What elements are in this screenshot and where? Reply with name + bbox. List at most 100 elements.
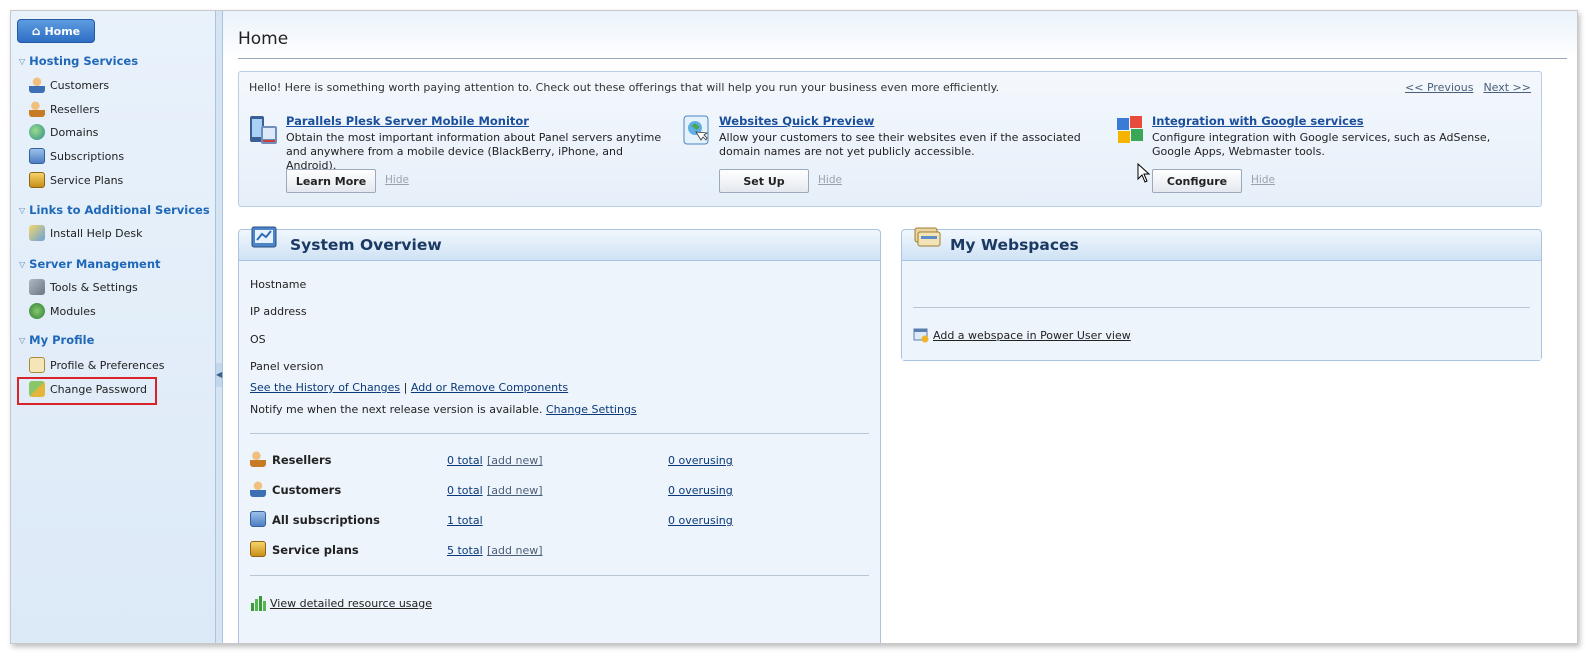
customers-overusing-link[interactable]: 0 overusing xyxy=(668,484,733,497)
service-plan-icon xyxy=(29,172,45,188)
add-remove-components-link[interactable]: Add or Remove Components xyxy=(411,381,568,394)
sidebar-item-label: Install Help Desk xyxy=(50,226,143,240)
previous-link[interactable]: << Previous xyxy=(1405,81,1473,94)
sidebar-item-tools-settings[interactable]: Tools & Settings xyxy=(29,279,138,295)
view-resource-usage-link[interactable]: View detailed resource usage xyxy=(270,597,432,610)
resource-row-resellers: Resellers 0 total [add new] 0 overusing xyxy=(250,451,870,471)
hide-link[interactable]: Hide xyxy=(385,174,409,186)
configure-button[interactable]: Configure xyxy=(1152,169,1242,193)
help-desk-icon xyxy=(29,225,45,241)
resource-row-subscriptions: All subscriptions 1 total 0 overusing xyxy=(250,511,870,531)
mouse-cursor-icon xyxy=(1137,163,1151,183)
hide-link[interactable]: Hide xyxy=(818,174,842,186)
section-my-profile[interactable]: ▽ My Profile xyxy=(19,333,94,347)
section-server-management[interactable]: ▽ Server Management xyxy=(19,257,161,271)
profile-icon xyxy=(29,357,45,373)
modules-icon xyxy=(29,303,45,319)
separator: | xyxy=(403,381,408,394)
section-additional-services[interactable]: ▽ Links to Additional Services xyxy=(19,203,210,217)
subscription-icon xyxy=(29,148,45,164)
history-links: See the History of Changes | Add or Remo… xyxy=(250,381,568,394)
bar-chart-icon xyxy=(251,596,266,611)
reseller-icon xyxy=(250,451,266,467)
sidebar-item-label: Modules xyxy=(50,304,96,318)
panel-header: System Overview xyxy=(239,226,880,261)
home-button[interactable]: ⌂ Home xyxy=(17,19,95,43)
home-icon: ⌂ xyxy=(31,24,41,38)
notify-line: Notify me when the next release version … xyxy=(250,403,637,416)
sidebar-item-install-help-desk[interactable]: Install Help Desk xyxy=(29,225,143,241)
service-plans-total-link[interactable]: 5 total xyxy=(447,544,483,557)
sidebar-item-service-plans[interactable]: Service Plans xyxy=(29,172,123,188)
offer-description: Allow your customers to see their websit… xyxy=(719,131,1081,158)
tools-icon xyxy=(29,279,45,295)
promo-nav: << Previous Next >> xyxy=(1405,81,1531,94)
sidebar-item-label: Tools & Settings xyxy=(50,280,138,294)
page-title: Home xyxy=(238,29,289,49)
usage-line: View detailed resource usage xyxy=(250,595,432,611)
sidebar-item-modules[interactable]: Modules xyxy=(29,303,96,319)
offer-title[interactable]: Parallels Plesk Server Mobile Monitor xyxy=(286,114,529,128)
resource-row-customers: Customers 0 total [add new] 0 overusing xyxy=(250,481,870,501)
sidebar-item-label: Profile & Preferences xyxy=(50,358,165,372)
sidebar-splitter[interactable]: ◀ xyxy=(216,11,223,643)
system-overview-panel: System Overview Hostname IP address OS P… xyxy=(238,226,881,643)
hostname-label: Hostname xyxy=(250,278,307,291)
collapse-icon: ▽ xyxy=(19,259,26,269)
resource-name: Service plans xyxy=(272,543,359,557)
customer-icon xyxy=(250,481,266,497)
sidebar-item-subscriptions[interactable]: Subscriptions xyxy=(29,148,124,164)
sidebar-item-profile-preferences[interactable]: Profile & Preferences xyxy=(29,357,164,373)
resellers-total-link[interactable]: 0 total xyxy=(447,454,483,467)
os-label: OS xyxy=(250,333,266,346)
add-service-plan-link[interactable]: [add new] xyxy=(487,544,543,557)
set-up-button[interactable]: Set Up xyxy=(719,169,809,193)
divider xyxy=(250,575,869,576)
divider xyxy=(913,307,1530,308)
add-webspace-line: Add a webspace in Power User view xyxy=(913,327,1131,343)
main-content: Home Hello! Here is something worth payi… xyxy=(223,11,1577,643)
sidebar-item-label: Service Plans xyxy=(50,173,124,187)
change-settings-link[interactable]: Change Settings xyxy=(546,403,637,416)
collapse-icon: ▽ xyxy=(19,205,26,215)
resource-name: Resellers xyxy=(272,453,332,467)
resellers-overusing-link[interactable]: 0 overusing xyxy=(668,454,733,467)
plesk-window: ⌂ Home ▽ Hosting Services Customers Rese… xyxy=(10,10,1578,644)
sidebar-item-customers[interactable]: Customers xyxy=(29,77,109,93)
section-hosting-services[interactable]: ▽ Hosting Services xyxy=(19,54,138,68)
subscriptions-total-link[interactable]: 1 total xyxy=(447,514,483,527)
section-title: My Profile xyxy=(29,333,95,347)
offer-description: Configure integration with Google servic… xyxy=(1152,131,1491,158)
next-link[interactable]: Next >> xyxy=(1483,81,1531,94)
promo-message: Hello! Here is something worth paying at… xyxy=(249,81,1000,94)
reseller-icon xyxy=(29,101,45,117)
resource-row-service-plans: Service plans 5 total [add new] xyxy=(250,541,870,561)
add-webspace-icon xyxy=(913,328,929,343)
system-overview-icon xyxy=(251,226,277,248)
history-of-changes-link[interactable]: See the History of Changes xyxy=(250,381,400,394)
offer-title[interactable]: Websites Quick Preview xyxy=(719,114,874,128)
customers-total-link[interactable]: 0 total xyxy=(447,484,483,497)
service-plan-icon xyxy=(250,541,266,557)
offer-description: Obtain the most important information ab… xyxy=(286,131,662,172)
divider xyxy=(250,433,869,434)
webspaces-icon xyxy=(914,227,941,247)
divider xyxy=(238,58,1567,59)
sidebar-item-resellers[interactable]: Resellers xyxy=(29,101,100,117)
add-reseller-link[interactable]: [add new] xyxy=(487,454,543,467)
add-webspace-link[interactable]: Add a webspace in Power User view xyxy=(933,329,1131,342)
section-title: Links to Additional Services xyxy=(29,203,210,217)
google-icon xyxy=(1117,116,1143,143)
learn-more-button[interactable]: Learn More xyxy=(286,169,376,193)
highlight-box xyxy=(17,377,157,405)
home-label: Home xyxy=(44,24,81,38)
add-customer-link[interactable]: [add new] xyxy=(487,484,543,497)
subscriptions-overusing-link[interactable]: 0 overusing xyxy=(668,514,733,527)
panel-title: System Overview xyxy=(290,236,442,254)
offer-title[interactable]: Integration with Google services xyxy=(1152,114,1364,128)
hide-link[interactable]: Hide xyxy=(1251,174,1275,186)
collapse-sidebar-icon[interactable]: ◀ xyxy=(216,363,222,387)
collapse-icon: ▽ xyxy=(19,335,26,345)
panel-title: My Webspaces xyxy=(950,236,1079,254)
sidebar-item-domains[interactable]: Domains xyxy=(29,124,98,140)
